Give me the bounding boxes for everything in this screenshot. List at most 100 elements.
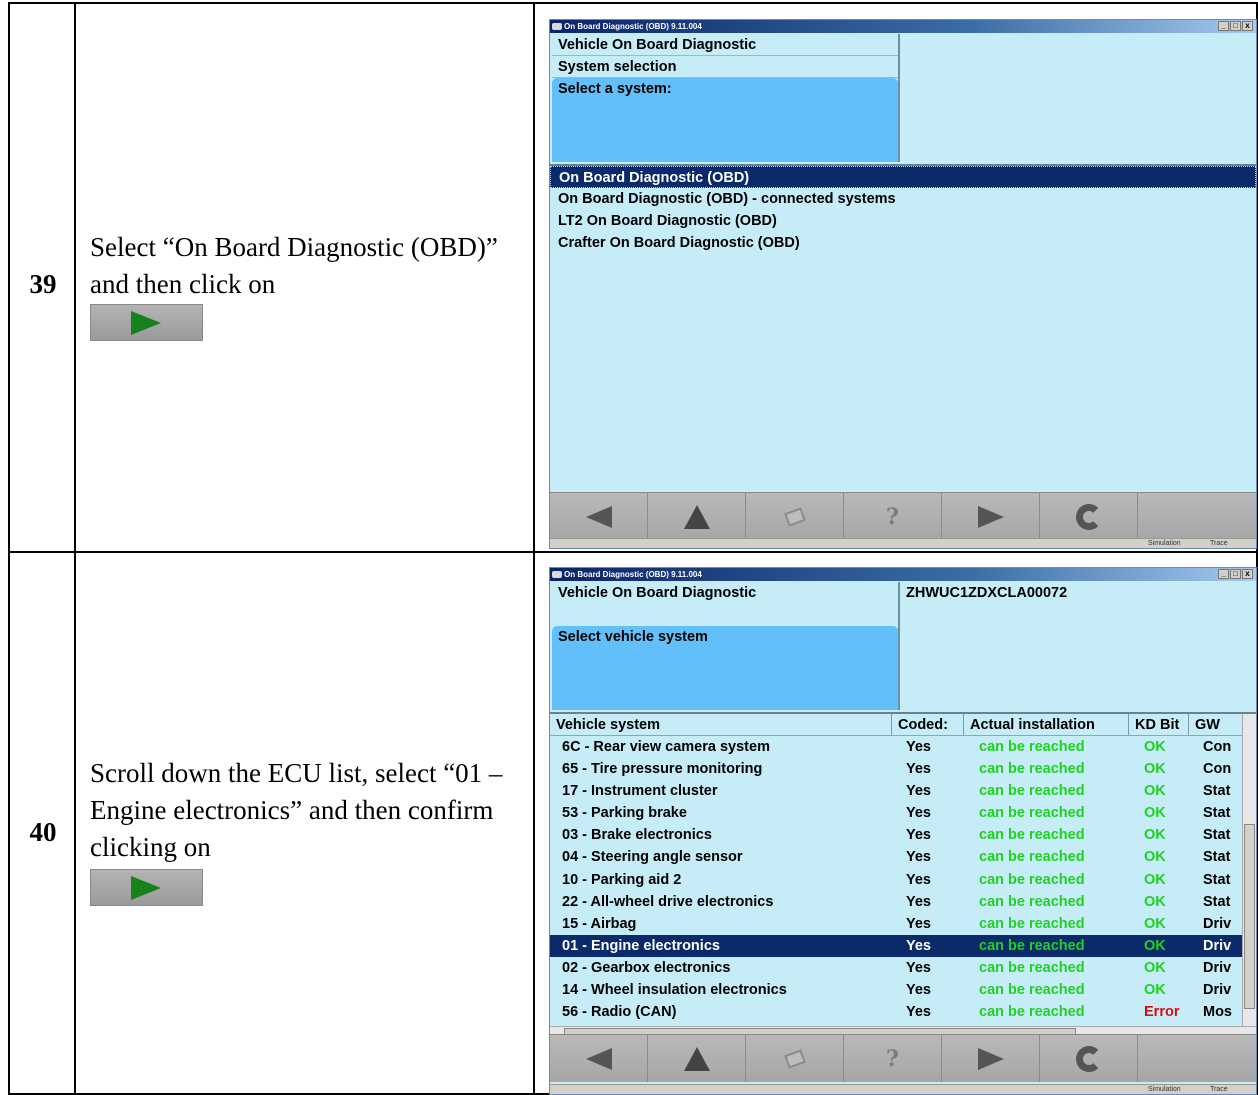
column-header[interactable]: KD Bit: [1129, 714, 1189, 735]
ecu-table-header: Vehicle system Coded: Actual installatio…: [550, 714, 1256, 736]
table-row[interactable]: 02 - Gearbox electronics Yes can be reache…: [550, 957, 1256, 979]
next-icon: [977, 1047, 1004, 1070]
header-title: Vehicle On Board Diagnostic: [552, 34, 898, 56]
table-row[interactable]: 65 - Tire pressure monitoring Yes can be r…: [550, 758, 1256, 780]
ecu-system-name: 15 - Airbag: [562, 915, 637, 932]
ecu-installation: can be reached: [979, 915, 1085, 932]
step-instruction: Select “On Board Diagnostic (OBD)” and t…: [90, 232, 498, 299]
step-number-cell: 40: [10, 553, 76, 1095]
vertical-scrollbar[interactable]: [1242, 714, 1256, 1026]
list-item[interactable]: LT2 On Board Diagnostic (OBD): [550, 210, 1256, 232]
table-row[interactable]: 04 - Steering angle sensor Yes can be reac…: [550, 846, 1256, 868]
refresh-button[interactable]: [1040, 1035, 1138, 1082]
ecu-coded: Yes: [906, 871, 931, 888]
next-button[interactable]: [942, 493, 1040, 540]
table-row[interactable]: 10 - Parking aid 2 Yes can be reached OK Sta…: [550, 869, 1256, 891]
refresh-icon: [1075, 1045, 1102, 1072]
help-button[interactable]: ?: [844, 1035, 942, 1082]
play-icon: [131, 876, 161, 900]
inline-next-button-illustration: [90, 304, 203, 341]
ecu-coded: Yes: [906, 1004, 931, 1021]
screenshot-cell: On Board Diagnostic (OBD) 9.11.004 _ □ x…: [535, 553, 1257, 1095]
ecu-gw: Stat: [1203, 893, 1231, 910]
step-number: 39: [29, 269, 57, 299]
back-button[interactable]: [550, 1035, 648, 1082]
window-titlebar: On Board Diagnostic (OBD) 9.11.004 _ □ x: [550, 568, 1256, 581]
trace-status: Trace: [1210, 1086, 1228, 1093]
table-row[interactable]: 22 - All-wheel drive electronics Yes can b…: [550, 891, 1256, 913]
list-item[interactable]: On Board Diagnostic (OBD) - connected sy…: [550, 188, 1256, 210]
header-subtitle: System selection: [552, 56, 898, 78]
ecu-system-name: 17 - Instrument cluster: [562, 783, 718, 800]
print-button[interactable]: [746, 493, 844, 540]
table-row[interactable]: 14 - Wheel insulation electronics Yes can …: [550, 979, 1256, 1001]
ecu-installation: can be reached: [979, 893, 1085, 910]
ecu-kd-bit: OK: [1144, 849, 1166, 866]
print-button[interactable]: [746, 1035, 844, 1082]
play-icon: [131, 311, 161, 335]
table-row[interactable]: 03 - Brake electronics Yes can be reached O…: [550, 824, 1256, 846]
ecu-gw: Driv: [1203, 959, 1232, 976]
maximize-icon[interactable]: □: [1230, 21, 1241, 31]
ecu-coded: Yes: [906, 893, 931, 910]
maximize-icon[interactable]: □: [1230, 569, 1241, 579]
print-icon: [783, 506, 806, 527]
ecu-system-name: 03 - Brake electronics: [562, 827, 712, 844]
toolbar: ?: [550, 492, 1256, 540]
ecu-gw: Stat: [1203, 805, 1231, 822]
column-header[interactable]: Vehicle system: [550, 714, 892, 735]
help-button[interactable]: ?: [844, 493, 942, 540]
close-icon[interactable]: x: [1242, 569, 1253, 579]
ecu-gw: Mos: [1203, 1004, 1232, 1021]
instruction-table: 39 Select “On Board Diagnostic (OBD)” an…: [8, 2, 1258, 1095]
column-header[interactable]: GW: [1189, 714, 1229, 735]
column-header[interactable]: Coded:: [892, 714, 964, 735]
ecu-kd-bit: Error: [1144, 1004, 1180, 1021]
column-header[interactable]: Actual installation: [964, 714, 1129, 735]
ecu-gw: Con: [1203, 761, 1232, 778]
car-icon: [552, 23, 562, 30]
table-row[interactable]: 6C - Rear view camera system Yes can be re…: [550, 736, 1256, 758]
step-instruction: Scroll down the ECU list, select “01 – E…: [90, 758, 503, 862]
ecu-installation: can be reached: [979, 937, 1085, 954]
table-row[interactable]: 53 - Parking brake Yes can be reached OK Sta…: [550, 802, 1256, 824]
ecu-system-name: 10 - Parking aid 2: [562, 871, 682, 888]
ecu-coded: Yes: [906, 805, 931, 822]
ecu-kd-bit: OK: [1144, 959, 1166, 976]
header-panel: Vehicle On Board Diagnostic Select vehic…: [552, 582, 898, 710]
screenshot-cell: On Board Diagnostic (OBD) 9.11.004 _ □ x…: [535, 4, 1257, 551]
table-row[interactable]: 56 - Radio (CAN) Yes can be reached Error Mo…: [550, 1001, 1256, 1023]
toolbar: ?: [550, 1034, 1256, 1082]
back-button[interactable]: [550, 493, 648, 540]
ecu-gw: Driv: [1203, 937, 1232, 954]
close-icon[interactable]: x: [1242, 21, 1253, 31]
step-number-cell: 39: [10, 4, 76, 551]
up-button[interactable]: [648, 1035, 746, 1082]
list-item[interactable]: Crafter On Board Diagnostic (OBD): [550, 232, 1256, 254]
ecu-coded: Yes: [906, 915, 931, 932]
back-icon: [585, 505, 612, 528]
next-button[interactable]: [942, 1035, 1040, 1082]
ecu-system-name: 04 - Steering angle sensor: [562, 849, 743, 866]
step-text-cell: Select “On Board Diagnostic (OBD)” and t…: [76, 4, 535, 551]
window-title: On Board Diagnostic (OBD) 9.11.004: [564, 22, 702, 31]
up-button[interactable]: [648, 493, 746, 540]
refresh-button[interactable]: [1040, 493, 1138, 540]
ecu-system-name: 6C - Rear view camera system: [562, 739, 770, 755]
minimize-icon[interactable]: _: [1218, 21, 1229, 31]
ecu-coded: Yes: [906, 739, 931, 755]
ecu-gw: Driv: [1203, 982, 1232, 999]
ecu-coded: Yes: [906, 849, 931, 866]
minimize-icon[interactable]: _: [1218, 569, 1229, 579]
ecu-coded: Yes: [906, 783, 931, 800]
table-row[interactable]: 15 - Airbag Yes can be reached OK Driv: [550, 913, 1256, 935]
window-titlebar: On Board Diagnostic (OBD) 9.11.004 _ □ x: [550, 20, 1256, 33]
table-row[interactable]: 01 - Engine electronics Yes can be reached…: [550, 934, 1256, 957]
simulation-status: Simulation: [1148, 540, 1181, 547]
status-bar: Simulation Trace: [550, 1084, 1256, 1094]
table-row[interactable]: 17 - Instrument cluster Yes can be reached…: [550, 780, 1256, 802]
ecu-installation: can be reached: [979, 783, 1085, 800]
list-item[interactable]: On Board Diagnostic (OBD): [550, 166, 1256, 188]
ecu-installation: can be reached: [979, 849, 1085, 866]
scroll-thumb[interactable]: [1244, 824, 1255, 1009]
